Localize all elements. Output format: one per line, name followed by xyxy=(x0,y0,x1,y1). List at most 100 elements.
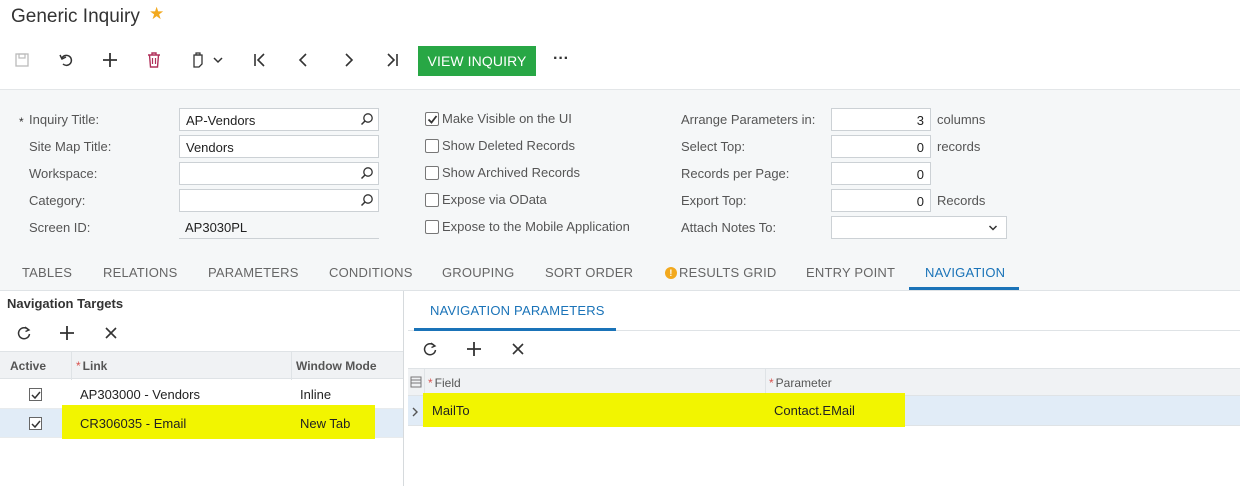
show-archived-label: Show Archived Records xyxy=(442,165,581,180)
tab-parameters[interactable]: PARAMETERS xyxy=(208,265,299,280)
next-record-icon[interactable] xyxy=(334,46,362,74)
expose-mobile-checkbox[interactable] xyxy=(425,220,439,234)
workspace-field[interactable] xyxy=(179,162,379,185)
add-row-icon[interactable] xyxy=(55,321,79,345)
tab-results-grid[interactable]: ! RESULTS GRID xyxy=(665,265,777,280)
last-record-icon[interactable] xyxy=(378,46,406,74)
category-field[interactable] xyxy=(179,189,379,212)
expose-odata-checkbox[interactable] xyxy=(425,193,439,207)
export-records-suffix: Records xyxy=(937,193,986,208)
tab-relations[interactable]: RELATIONS xyxy=(103,265,178,280)
column-parameter-label: Parameter xyxy=(775,376,832,390)
window-mode-cell[interactable]: Inline xyxy=(300,387,331,402)
column-separator xyxy=(71,352,72,380)
site-map-title-value: Vendors xyxy=(186,140,234,155)
required-mark: * xyxy=(428,376,433,390)
view-inquiry-button[interactable]: VIEW INQUIRY xyxy=(418,46,536,76)
column-link-label: Link xyxy=(82,359,108,373)
inquiry-title-value: AP-Vendors xyxy=(186,113,256,128)
navigation-parameters-header: * Field * Parameter xyxy=(408,368,1240,397)
records-suffix: records xyxy=(937,139,981,154)
required-mark: * xyxy=(19,115,24,129)
clipboard-dropdown-chevron-down-icon[interactable] xyxy=(208,46,228,74)
export-top-field[interactable]: 0 xyxy=(831,189,931,212)
navigation-parameters-pane: NAVIGATION PARAMETERS * Field * Parameter … xyxy=(408,291,1240,486)
page-title: Generic Inquiry xyxy=(11,6,140,27)
navigation-targets-header: Active * Link Window Mode xyxy=(0,351,403,380)
screen-id-field: AP3030PL xyxy=(179,216,379,239)
attach-notes-select[interactable] xyxy=(831,216,1007,239)
field-cell[interactable]: MailTo xyxy=(432,403,470,418)
arrange-parameters-field[interactable]: 3 xyxy=(831,108,931,131)
previous-record-icon[interactable] xyxy=(290,46,318,74)
delete-row-icon[interactable] xyxy=(99,321,123,345)
title-bar: Generic Inquiry ★ xyxy=(0,0,1240,36)
search-icon[interactable] xyxy=(360,166,374,183)
search-icon[interactable] xyxy=(360,112,374,129)
tab-results-grid-label: RESULTS GRID xyxy=(679,265,777,280)
favorite-star-icon[interactable]: ★ xyxy=(149,4,164,24)
inquiry-summary-form: * Inquiry Title: AP-Vendors Site Map Tit… xyxy=(0,89,1240,257)
add-icon[interactable] xyxy=(96,46,124,74)
select-top-field[interactable]: 0 xyxy=(831,135,931,158)
link-cell[interactable]: CR306035 - Email xyxy=(80,416,186,431)
table-row[interactable]: CR306035 - Email New Tab xyxy=(0,405,403,439)
save-icon[interactable] xyxy=(8,46,36,74)
tab-navigation[interactable]: NAVIGATION xyxy=(925,265,1005,280)
active-checkbox[interactable] xyxy=(29,417,42,430)
records-per-page-field[interactable]: 0 xyxy=(831,162,931,185)
tab-bar: TABLES RELATIONS PARAMETERS CONDITIONS G… xyxy=(0,257,1240,291)
more-actions-icon[interactable]: ··· xyxy=(547,45,575,73)
window-mode-cell[interactable]: New Tab xyxy=(300,416,350,431)
show-deleted-label: Show Deleted Records xyxy=(442,138,575,153)
table-row[interactable]: MailTo Contact.EMail xyxy=(408,393,1240,427)
columns-suffix: columns xyxy=(937,112,986,127)
show-archived-checkbox[interactable] xyxy=(425,166,439,180)
first-record-icon[interactable] xyxy=(246,46,274,74)
tab-entry-point[interactable]: ENTRY POINT xyxy=(806,265,895,280)
column-window-mode[interactable]: Window Mode xyxy=(296,359,377,373)
screen-id-label: Screen ID: xyxy=(29,220,91,235)
column-field[interactable]: * Field xyxy=(428,376,461,390)
records-per-page-label: Records per Page: xyxy=(681,166,790,181)
make-visible-checkbox[interactable] xyxy=(425,112,439,126)
screen-id-value: AP3030PL xyxy=(185,220,248,235)
tab-tables[interactable]: TABLES xyxy=(22,265,72,280)
expose-mobile-label: Expose to the Mobile Application xyxy=(442,219,630,234)
refresh-icon[interactable] xyxy=(12,321,36,345)
column-link[interactable]: * Link xyxy=(76,359,107,373)
row-selector-icon[interactable] xyxy=(410,376,422,391)
refresh-icon[interactable] xyxy=(418,337,442,361)
search-icon[interactable] xyxy=(360,193,374,210)
category-label: Category: xyxy=(29,193,86,208)
parameter-cell[interactable]: Contact.EMail xyxy=(774,403,855,418)
main-toolbar: VIEW INQUIRY ··· xyxy=(0,40,1240,84)
column-active[interactable]: Active xyxy=(10,359,46,373)
show-deleted-checkbox[interactable] xyxy=(425,139,439,153)
link-cell[interactable]: AP303000 - Vendors xyxy=(80,387,200,402)
tab-sort-order[interactable]: SORT ORDER xyxy=(545,265,633,280)
attach-notes-label: Attach Notes To: xyxy=(681,220,777,235)
site-map-title-field[interactable]: Vendors xyxy=(179,135,379,158)
warning-icon: ! xyxy=(665,267,677,279)
tab-conditions[interactable]: CONDITIONS xyxy=(329,265,413,280)
chevron-right-icon[interactable] xyxy=(411,405,419,420)
expose-odata-label: Expose via OData xyxy=(442,192,547,207)
delete-icon[interactable] xyxy=(140,46,168,74)
undo-icon[interactable] xyxy=(52,46,80,74)
workspace-label: Workspace: xyxy=(29,166,98,181)
arrange-parameters-label: Arrange Parameters in: xyxy=(681,112,816,127)
export-top-value: 0 xyxy=(916,194,924,209)
delete-row-icon[interactable] xyxy=(506,337,530,361)
add-row-icon[interactable] xyxy=(462,337,486,361)
inquiry-title-field[interactable]: AP-Vendors xyxy=(179,108,379,131)
tab-grouping[interactable]: GROUPING xyxy=(442,265,514,280)
chevron-down-icon xyxy=(988,221,998,236)
make-visible-label: Make Visible on the UI xyxy=(442,111,572,126)
tab-navigation-parameters[interactable]: NAVIGATION PARAMETERS xyxy=(430,303,605,318)
required-mark: * xyxy=(76,359,81,373)
required-mark: * xyxy=(769,376,774,390)
active-checkbox[interactable] xyxy=(29,388,42,401)
column-parameter[interactable]: * Parameter xyxy=(769,376,832,390)
select-top-value: 0 xyxy=(916,140,924,155)
